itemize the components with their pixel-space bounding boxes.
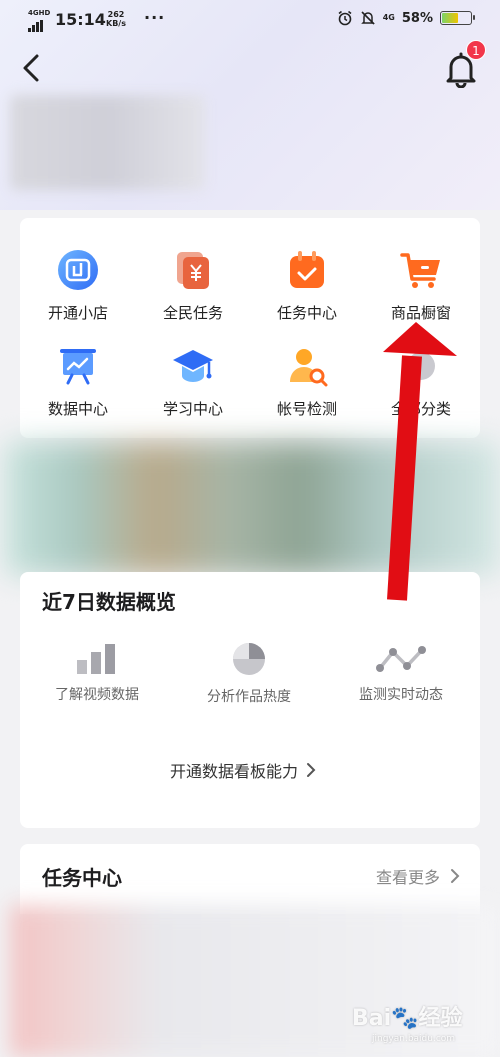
more-notifications-icon: ··· [144, 8, 166, 27]
network-speed-unit: KB/s [106, 19, 126, 28]
tool-account-check[interactable]: 帐号检测 [252, 338, 362, 428]
tool-learning-center[interactable]: 学习中心 [138, 338, 248, 428]
promo-banner-blurred [5, 442, 500, 575]
data-overview-card: 近7日数据概览 了解视频数据 分析作品热度 监测实时动态 开通数据看板能力 [20, 572, 480, 828]
watermark-url: jingyan.baidu.com [372, 1034, 456, 1044]
feature-label: 了解视频数据 [55, 687, 139, 703]
network-type: 4GHD [28, 9, 51, 17]
tool-data-center[interactable]: 数据中心 [23, 338, 133, 428]
status-right: 4G 58% [337, 10, 475, 26]
back-button[interactable] [18, 52, 48, 84]
network-speed-value: 262 [107, 10, 125, 19]
tool-label: 任务中心 [276, 304, 337, 322]
tool-all-categories[interactable]: 全部分类 [366, 338, 476, 428]
calendar-check-icon [290, 251, 324, 288]
mobile-data-label: 4G [382, 13, 395, 22]
status-bar: 4GHD 15:14 262 KB/s ··· 4G 58% [0, 0, 500, 40]
feature-label: 监测实时动态 [359, 687, 443, 703]
tool-product-showcase[interactable]: 商品橱窗 [366, 242, 476, 332]
tool-label: 数据中心 [47, 400, 108, 418]
tools-card: 开通小店 全民任务 任务中心 商品橱窗 数据中心 学习中心 帐号检测 全部分类 [20, 218, 480, 438]
chart-board-icon [60, 349, 96, 385]
user-search-icon [290, 349, 328, 387]
shopping-cart-icon [400, 253, 440, 288]
chevron-right-icon [307, 763, 316, 777]
yuan-task-icon [177, 252, 209, 289]
chevron-right-icon [451, 869, 460, 883]
task-center-title: 任务中心 [42, 866, 122, 890]
view-more-link[interactable]: 查看更多 [376, 864, 460, 888]
tool-label: 商品橱窗 [390, 304, 451, 322]
battery-percent: 58% [401, 10, 433, 26]
network-speed: 262 KB/s [106, 10, 126, 28]
tool-label: 全民任务 [162, 304, 223, 322]
signal-icon [28, 20, 43, 32]
tool-all-tasks[interactable]: 全民任务 [138, 242, 248, 332]
clock: 15:14 [55, 10, 106, 29]
graduation-cap-icon [173, 350, 213, 382]
open-data-board-link[interactable]: 开通数据看板能力 [170, 758, 316, 782]
feature-video-data: 了解视频数据 [22, 644, 172, 704]
feature-realtime: 监测实时动态 [326, 644, 476, 704]
notification-badge: 1 [466, 40, 486, 60]
view-more-label: 查看更多 [375, 868, 440, 887]
task-center-card: 任务中心 查看更多 [20, 844, 480, 914]
bar-chart-icon [77, 644, 115, 674]
tool-label: 学习中心 [162, 400, 223, 418]
mute-bell-icon [360, 11, 375, 25]
tool-task-center[interactable]: 任务中心 [252, 242, 362, 332]
alarm-icon [338, 10, 352, 26]
baidu-jingyan-watermark: Bai🐾经验 [352, 1006, 463, 1031]
pie-chart-icon [233, 643, 265, 675]
tool-label: 开通小店 [47, 304, 108, 322]
feature-label: 分析作品热度 [207, 689, 291, 705]
line-trend-icon [376, 646, 426, 672]
tool-open-store[interactable]: 开通小店 [23, 242, 133, 332]
store-icon [58, 250, 98, 290]
tool-label: 全部分类 [390, 400, 451, 418]
battery-icon [440, 11, 475, 25]
feature-work-heat: 分析作品热度 [174, 642, 324, 706]
profile-info-blurred [10, 95, 205, 190]
open-data-board-label: 开通数据看板能力 [170, 762, 299, 781]
data-overview-title: 近7日数据概览 [42, 590, 176, 614]
grid-icon [407, 352, 435, 380]
chevron-left-icon [23, 54, 39, 82]
tool-label: 帐号检测 [276, 400, 337, 418]
